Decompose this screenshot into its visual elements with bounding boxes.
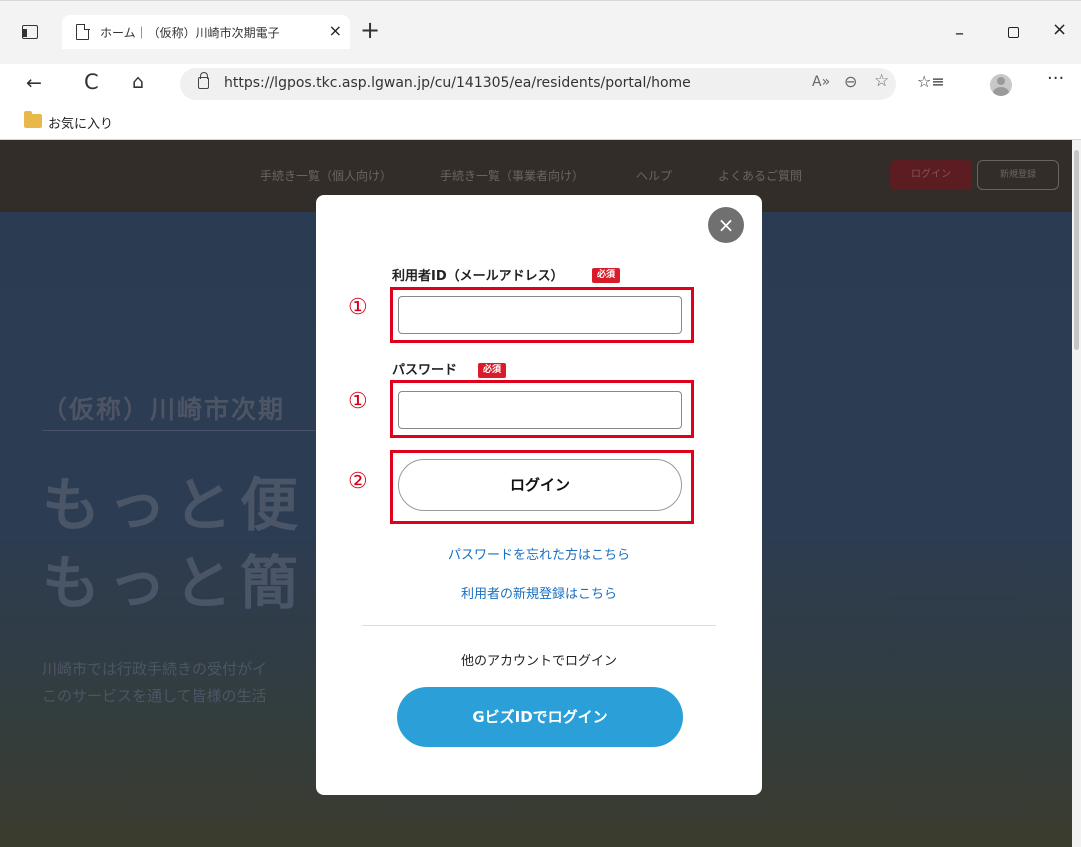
other-account-label: 他のアカウントでログイン — [460, 654, 617, 669]
back-icon[interactable]: ← — [26, 72, 42, 94]
address-bar[interactable]: https://lgpos.tkc.asp.lgwan.jp/cu/141305… — [180, 68, 896, 100]
nav-login-button[interactable]: ログイン — [890, 160, 972, 190]
nav-procedures-personal[interactable]: 手続き一覧（個人向け） — [260, 167, 392, 184]
annotation-marker-1: ① — [348, 295, 368, 320]
hero-headline-1: もっと便 — [42, 471, 307, 539]
hero-headline-2: もっと簡 — [42, 549, 307, 617]
favorites-bar: お気に入り — [0, 104, 1081, 140]
annotation-marker-2: ② — [348, 469, 368, 494]
hero-text-2: このサービスを通して皆様の生活 — [42, 687, 267, 705]
nav-procedures-business[interactable]: 手続き一覧（事業者向け） — [440, 167, 584, 184]
password-label: パスワード — [392, 363, 458, 378]
tab-actions-icon[interactable] — [22, 25, 38, 39]
new-registration-link[interactable]: 利用者の新規登録はこちら — [316, 583, 762, 602]
nav-register-button[interactable]: 新規登録 — [977, 160, 1059, 190]
new-tab-icon[interactable]: + — [360, 18, 380, 42]
nav-faq[interactable]: よくあるご質問 — [718, 167, 802, 184]
add-favorite-icon[interactable]: ☆ — [874, 71, 889, 91]
user-id-label: 利用者ID（メールアドレス） — [392, 269, 564, 284]
hero-subtitle: （仮称）川崎市次期 — [42, 395, 286, 424]
refresh-icon[interactable]: C — [84, 70, 99, 94]
minimize-icon[interactable]: – — [955, 23, 964, 44]
required-badge: 必須 — [478, 363, 507, 378]
tab-title: ホーム｜（仮称）川崎市次期電子 — [100, 26, 280, 40]
browser-tabstrip: ホーム｜（仮称）川崎市次期電子 × + – × — [0, 0, 1081, 64]
forgot-password-link[interactable]: パスワードを忘れた方はこちら — [316, 544, 762, 563]
tab-close-icon[interactable]: × — [329, 21, 342, 40]
profile-avatar-icon[interactable] — [990, 74, 1012, 96]
zoom-icon[interactable]: ⊖ — [844, 72, 857, 91]
favorites-folder-label[interactable]: お気に入り — [48, 113, 113, 132]
browser-tab[interactable]: ホーム｜（仮称）川崎市次期電子 × — [62, 15, 350, 49]
home-icon[interactable]: ⌂ — [132, 71, 144, 93]
lock-icon[interactable] — [198, 72, 209, 89]
favorites-icon[interactable]: ☆≡ — [917, 72, 945, 91]
more-icon[interactable]: ··· — [1047, 68, 1064, 89]
page-icon — [76, 23, 90, 40]
gbiz-login-button[interactable]: GビズIDでログイン — [397, 687, 683, 747]
folder-icon[interactable] — [24, 111, 42, 128]
url-text[interactable]: https://lgpos.tkc.asp.lgwan.jp/cu/141305… — [224, 75, 691, 91]
browser-toolbar: ← C ⌂ https://lgpos.tkc.asp.lgwan.jp/cu/… — [0, 64, 1081, 104]
login-modal: × 利用者ID（メールアドレス） 必須 パスワード 必須 ログイン ① ① ② … — [316, 195, 762, 795]
page-scrollbar[interactable] — [1072, 140, 1081, 847]
close-icon[interactable]: × — [708, 207, 744, 243]
annotation-marker-1: ① — [348, 389, 368, 414]
maximize-icon[interactable] — [1008, 27, 1019, 38]
hero-divider — [42, 430, 322, 431]
annotation-box-password — [390, 380, 694, 438]
hero-text-1: 川崎市では行政手続きの受付がイ — [42, 660, 268, 678]
scrollbar-thumb[interactable] — [1074, 150, 1079, 350]
window-close-icon[interactable]: × — [1052, 19, 1067, 40]
read-aloud-icon[interactable]: A» — [812, 74, 830, 90]
required-badge: 必須 — [592, 268, 621, 283]
divider — [362, 625, 716, 626]
nav-help[interactable]: ヘルプ — [636, 167, 672, 184]
annotation-box-user-id — [390, 287, 694, 343]
annotation-box-login — [390, 450, 694, 524]
